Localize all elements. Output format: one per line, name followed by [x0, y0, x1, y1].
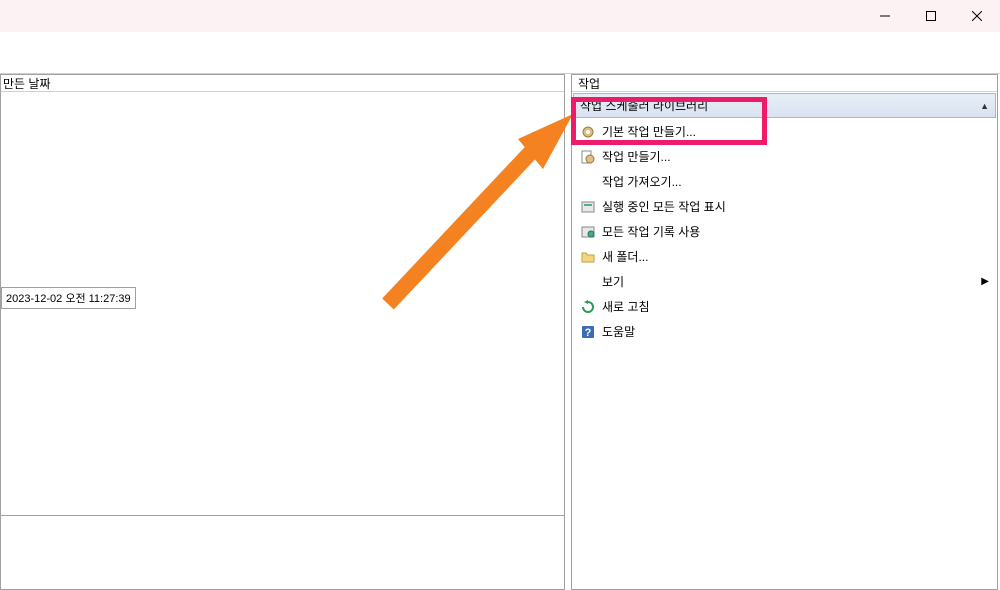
refresh-action[interactable]: 새로 고침	[572, 294, 997, 319]
minimize-icon	[880, 11, 890, 21]
collapse-arrow-icon: ▲	[980, 101, 989, 111]
import-task-action[interactable]: 작업 가져오기...	[572, 169, 997, 194]
enable-history-action[interactable]: 모든 작업 기록 사용	[572, 219, 997, 244]
action-list: 기본 작업 만들기... 작업 만들기... 작업 가져오기... 실행 중인 …	[572, 119, 997, 344]
main-area: 만든 날짜 2023-12-02 오전 11:27:39 작업 작업 스케줄러 …	[0, 74, 1000, 590]
action-label: 도움말	[602, 323, 635, 340]
running-tasks-icon	[580, 199, 596, 215]
svg-text:?: ?	[585, 327, 592, 339]
actions-section-header[interactable]: 작업 스케줄러 라이브러리 ▲	[573, 93, 996, 118]
action-label: 기본 작업 만들기...	[602, 123, 696, 140]
action-label: 보기	[602, 273, 624, 290]
refresh-icon	[580, 299, 596, 315]
close-button[interactable]	[954, 0, 1000, 32]
window-titlebar	[0, 0, 1000, 32]
action-label: 작업 만들기...	[602, 148, 671, 165]
show-running-tasks-action[interactable]: 실행 중인 모든 작업 표시	[572, 194, 997, 219]
blank-icon	[580, 274, 596, 290]
minimize-button[interactable]	[862, 0, 908, 32]
tasks-list-pane: 만든 날짜 2023-12-02 오전 11:27:39	[0, 74, 565, 590]
help-icon: ?	[580, 324, 596, 340]
gear-sheet-icon	[580, 149, 596, 165]
help-action[interactable]: ? 도움말	[572, 319, 997, 344]
actions-pane: 작업 작업 스케줄러 라이브러리 ▲ 기본 작업 만들기... 작업 만들기..…	[571, 74, 998, 590]
create-task-action[interactable]: 작업 만들기...	[572, 144, 997, 169]
submenu-arrow-icon: ▶	[981, 276, 989, 287]
toolbar-area	[0, 32, 1000, 74]
new-folder-action[interactable]: 새 폴더...	[572, 244, 997, 269]
action-label: 작업 가져오기...	[602, 173, 682, 190]
actions-pane-title: 작업	[572, 75, 997, 92]
maximize-button[interactable]	[908, 0, 954, 32]
close-icon	[972, 11, 982, 21]
created-date-value[interactable]: 2023-12-02 오전 11:27:39	[1, 287, 136, 309]
column-header-created[interactable]: 만든 날짜	[1, 75, 564, 92]
gear-icon	[580, 124, 596, 140]
view-action[interactable]: 보기 ▶	[572, 269, 997, 294]
detail-divider	[1, 515, 564, 535]
action-label: 실행 중인 모든 작업 표시	[602, 198, 726, 215]
folder-icon	[580, 249, 596, 265]
action-label: 새로 고침	[602, 298, 650, 315]
action-label: 새 폴더...	[602, 248, 648, 265]
create-basic-task-action[interactable]: 기본 작업 만들기...	[572, 119, 997, 144]
maximize-icon	[926, 11, 936, 21]
action-label: 모든 작업 기록 사용	[602, 223, 700, 240]
section-label: 작업 스케줄러 라이브러리	[580, 97, 708, 114]
blank-icon	[580, 174, 596, 190]
history-icon	[580, 224, 596, 240]
